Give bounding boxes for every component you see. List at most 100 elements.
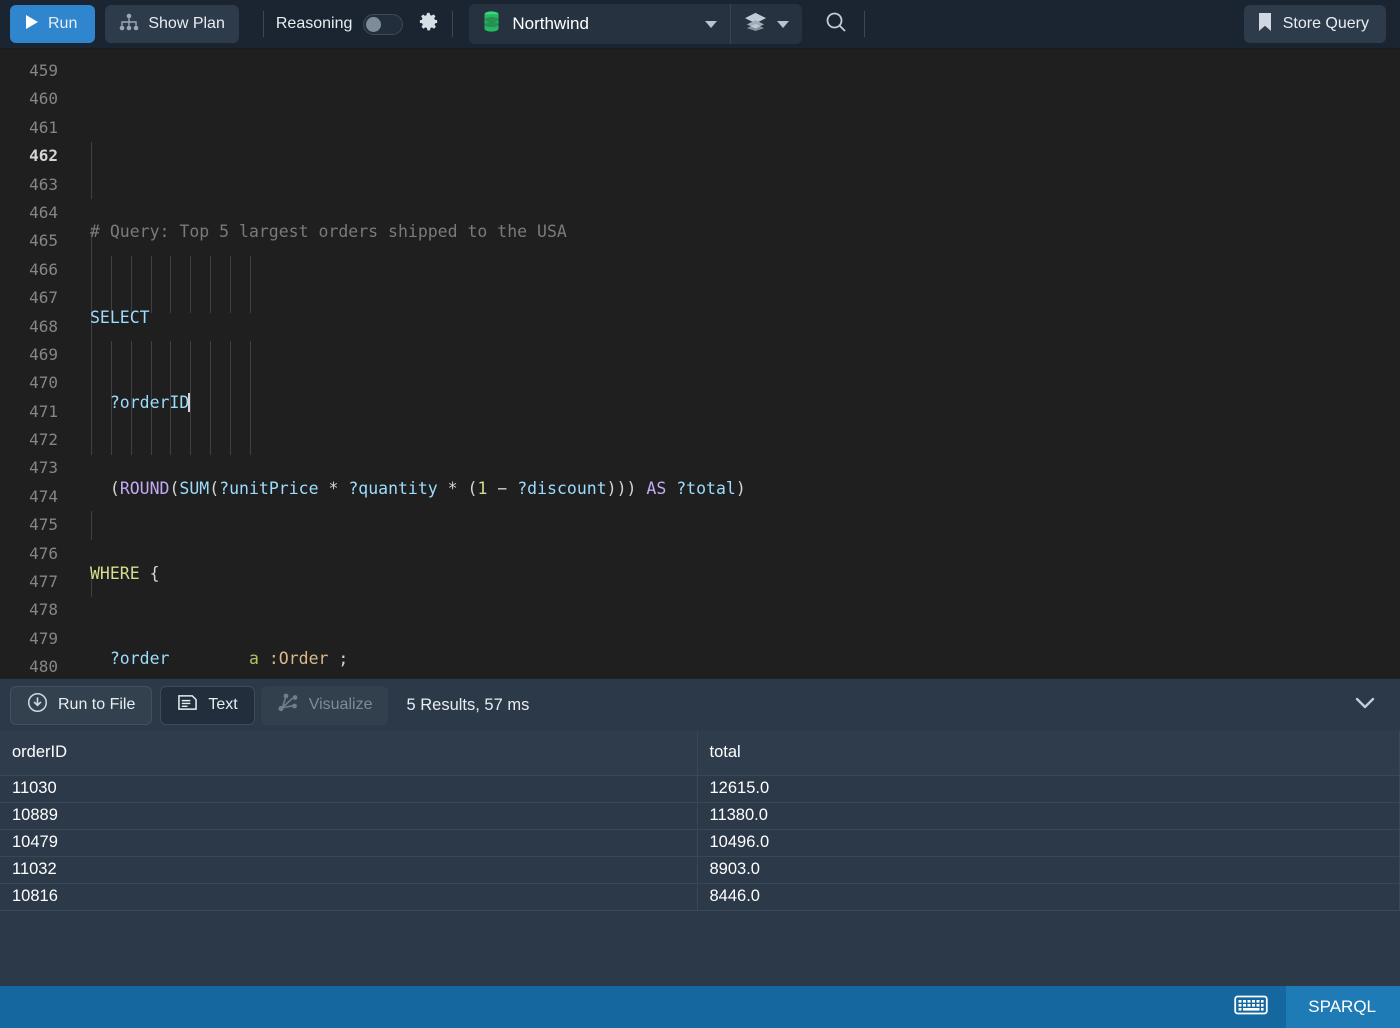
reasoning-toggle-knob bbox=[366, 16, 382, 32]
results-status-text: 5 Results, 57 ms bbox=[406, 695, 530, 714]
run-button[interactable]: Run bbox=[10, 5, 96, 43]
layers-icon bbox=[744, 11, 767, 37]
line-number: 479 bbox=[29, 628, 58, 648]
line-number: 462 bbox=[29, 146, 58, 166]
line-number: 478 bbox=[29, 600, 58, 620]
search-icon bbox=[824, 10, 848, 39]
code-line[interactable]: # Query: Top 5 largest orders shipped to… bbox=[72, 218, 1400, 246]
line-number: 467 bbox=[29, 288, 58, 308]
toolbar-divider-1 bbox=[262, 11, 264, 37]
table-row[interactable]: 11032 8903.0 bbox=[0, 856, 1400, 884]
store-query-button[interactable]: Store Query bbox=[1243, 5, 1386, 43]
layers-chevron-down-icon bbox=[777, 20, 790, 28]
reasoning-label: Reasoning bbox=[275, 15, 353, 32]
gear-icon bbox=[417, 10, 440, 38]
line-number: 464 bbox=[29, 202, 58, 222]
run-button-label: Run bbox=[48, 15, 78, 32]
cell-orderid[interactable]: 11030 bbox=[0, 775, 698, 803]
table-row[interactable]: 10479 10496.0 bbox=[0, 829, 1400, 857]
cell-total[interactable]: 11380.0 bbox=[697, 802, 1400, 830]
cell-total[interactable]: 8903.0 bbox=[697, 856, 1400, 884]
code-line[interactable]: WHERE { bbox=[72, 560, 1400, 588]
code-line[interactable]: ?order a :Order ; bbox=[72, 645, 1400, 673]
reasoning-toggle[interactable] bbox=[363, 13, 404, 35]
table-row[interactable]: 10816 8446.0 bbox=[0, 883, 1400, 911]
table-header-row: orderID total bbox=[0, 731, 1400, 776]
line-number: 476 bbox=[29, 543, 58, 563]
cell-total[interactable]: 8446.0 bbox=[697, 883, 1400, 911]
chevron-down-icon bbox=[705, 20, 718, 28]
plan-tree-icon bbox=[119, 13, 139, 36]
database-icon bbox=[483, 11, 500, 37]
sparql-query-editor-window: Run Show Plan Reasoning Northwind Store … bbox=[0, 0, 1400, 1028]
cell-total[interactable]: 12615.0 bbox=[697, 775, 1400, 803]
toolbar-divider-3 bbox=[864, 11, 866, 37]
collapse-results-button[interactable] bbox=[1340, 688, 1390, 723]
code-line[interactable]: (ROUND(SUM(?unitPrice * ?quantity * (1 −… bbox=[72, 475, 1400, 503]
store-query-label: Store Query bbox=[1282, 15, 1369, 32]
line-number: 477 bbox=[29, 572, 58, 592]
database-name: Northwind bbox=[512, 14, 589, 33]
line-number: 471 bbox=[29, 401, 58, 421]
keyboard-shortcuts-button[interactable] bbox=[1216, 986, 1286, 1028]
results-toolbar: Run to File Text Visualize 5 Results, 57… bbox=[0, 678, 1400, 731]
line-number: 475 bbox=[29, 515, 58, 535]
search-button[interactable] bbox=[820, 6, 852, 43]
column-header-orderid[interactable]: orderID bbox=[0, 731, 698, 776]
database-selector[interactable]: Northwind bbox=[469, 4, 732, 44]
cell-orderid[interactable]: 10889 bbox=[0, 802, 698, 830]
code-editor[interactable]: 459 460 461 462 463 464 465 466 467 468 469 470 471 4… bbox=[0, 49, 1400, 678]
status-bar: SPARQL bbox=[0, 986, 1400, 1028]
settings-button[interactable] bbox=[417, 10, 440, 38]
line-number: 460 bbox=[29, 89, 58, 109]
line-number: 470 bbox=[29, 373, 58, 393]
comment-token: # Query: Top 5 largest orders shipped to… bbox=[90, 222, 567, 242]
text-view-label: Text bbox=[208, 696, 238, 713]
toolbar-divider-2 bbox=[452, 11, 454, 37]
code-line[interactable]: SELECT bbox=[72, 304, 1400, 332]
chevron-down-icon bbox=[1354, 696, 1376, 715]
line-number: 461 bbox=[29, 117, 58, 137]
language-mode-label: SPARQL bbox=[1308, 997, 1376, 1016]
results-panel[interactable]: orderID total 11030 12615.0 10889 11380.0 10… bbox=[0, 731, 1400, 986]
graph-icon bbox=[277, 692, 299, 718]
show-plan-label: Show Plan bbox=[148, 15, 225, 32]
cell-orderid[interactable]: 10816 bbox=[0, 883, 698, 911]
play-icon bbox=[24, 14, 39, 35]
cell-orderid[interactable]: 11032 bbox=[0, 856, 698, 884]
line-number: 480 bbox=[29, 657, 58, 677]
code-line[interactable]: ?orderID bbox=[72, 389, 1400, 417]
document-icon bbox=[177, 693, 198, 717]
text-cursor bbox=[188, 393, 190, 413]
line-number: 469 bbox=[29, 344, 58, 364]
line-number: 459 bbox=[29, 61, 58, 80]
line-number: 465 bbox=[29, 231, 58, 251]
visualize-button[interactable]: Visualize bbox=[260, 685, 389, 725]
code-content[interactable]: # Query: Top 5 largest orders shipped to… bbox=[72, 49, 1400, 678]
language-mode-button[interactable]: SPARQL bbox=[1286, 986, 1400, 1028]
results-empty-space bbox=[0, 911, 1400, 983]
run-to-file-label: Run to File bbox=[58, 696, 136, 713]
code-line[interactable] bbox=[72, 133, 1400, 161]
layers-selector[interactable] bbox=[731, 4, 802, 44]
line-number: 468 bbox=[29, 316, 58, 336]
main-toolbar: Run Show Plan Reasoning Northwind Store … bbox=[0, 0, 1400, 49]
table-row[interactable]: 11030 12615.0 bbox=[0, 775, 1400, 803]
line-number: 466 bbox=[29, 259, 58, 279]
run-to-file-button[interactable]: Run to File bbox=[10, 685, 153, 725]
download-icon bbox=[27, 692, 48, 718]
cell-total[interactable]: 10496.0 bbox=[697, 829, 1400, 857]
cell-orderid[interactable]: 10479 bbox=[0, 829, 698, 857]
line-number: 463 bbox=[29, 174, 58, 194]
line-number: 474 bbox=[29, 486, 58, 506]
text-view-button[interactable]: Text bbox=[160, 685, 255, 725]
table-row[interactable]: 10889 11380.0 bbox=[0, 802, 1400, 830]
line-number: 472 bbox=[29, 430, 58, 450]
line-number: 473 bbox=[29, 458, 58, 478]
column-header-total[interactable]: total bbox=[697, 731, 1400, 776]
keyboard-icon bbox=[1234, 993, 1268, 1022]
show-plan-button[interactable]: Show Plan bbox=[105, 5, 239, 43]
bookmark-icon bbox=[1258, 12, 1272, 37]
visualize-label: Visualize bbox=[308, 696, 373, 713]
database-selector-group: Northwind bbox=[469, 4, 803, 44]
